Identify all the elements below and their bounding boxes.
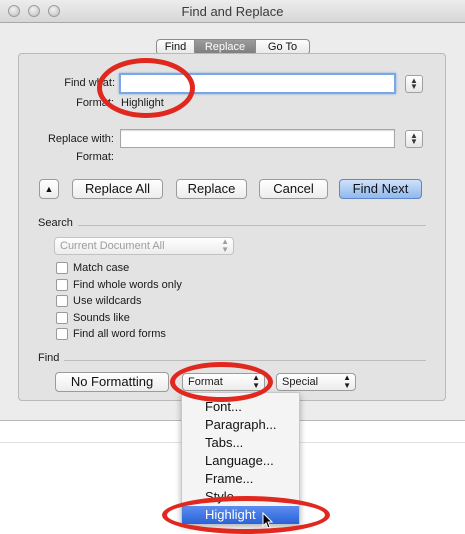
search-divider [78, 225, 426, 226]
replace-with-input[interactable] [120, 129, 395, 148]
find-section-label: Find [38, 352, 60, 364]
find-replace-window: Find and Replace Find Replace Go To Find… [0, 0, 465, 421]
word-forms-label: Find all word forms [73, 328, 166, 340]
search-section-label: Search [38, 217, 73, 229]
menu-item-highlight[interactable]: Highlight [182, 506, 299, 524]
sounds-like-checkbox[interactable] [56, 312, 68, 324]
format-popup-button[interactable]: Format ▲ ▼ [182, 373, 265, 391]
wildcards-checkbox[interactable] [56, 295, 68, 307]
menu-item-frame[interactable]: Frame... [182, 470, 299, 488]
find-format-value: Highlight [121, 97, 164, 109]
whole-words-label: Find whole words only [73, 279, 182, 291]
find-divider [64, 360, 426, 361]
find-next-button[interactable]: Find Next [339, 179, 422, 199]
word-forms-checkbox[interactable] [56, 328, 68, 340]
match-case-checkbox[interactable] [56, 262, 68, 274]
replace-history-stepper-icon[interactable]: ▲ ▼ [405, 130, 423, 148]
cancel-button[interactable]: Cancel [259, 179, 328, 199]
format-popup-label: Format [188, 376, 223, 388]
search-scope-select: Current Document All ▲ ▼ [54, 237, 234, 255]
find-history-stepper-icon[interactable]: ▲ ▼ [405, 75, 423, 93]
popup-arrows-icon: ▲ ▼ [221, 237, 229, 254]
title-bar: Find and Replace [0, 0, 465, 23]
format-dropdown-menu: Font... Paragraph... Tabs... Language...… [181, 392, 300, 524]
find-format-label: Format: [76, 97, 114, 109]
replace-button[interactable]: Replace [176, 179, 247, 199]
popup-arrows-icon: ▲ ▼ [343, 373, 351, 390]
search-scope-value: Current Document All [60, 240, 165, 252]
find-what-label: Find what: [64, 77, 115, 89]
special-popup-button[interactable]: Special ▲ ▼ [276, 373, 356, 391]
menu-item-language[interactable]: Language... [182, 452, 299, 470]
mouse-cursor-icon [262, 512, 274, 529]
menu-item-paragraph[interactable]: Paragraph... [182, 416, 299, 434]
popup-arrows-icon: ▲ ▼ [252, 373, 260, 390]
replace-format-label: Format: [76, 151, 114, 163]
wildcards-label: Use wildcards [73, 295, 142, 307]
window-title: Find and Replace [181, 4, 284, 19]
no-formatting-button[interactable]: No Formatting [55, 372, 169, 392]
find-what-input[interactable] [119, 73, 396, 94]
menu-item-tabs[interactable]: Tabs... [182, 434, 299, 452]
match-case-label: Match case [73, 262, 130, 274]
menu-item-style[interactable]: Style... [182, 488, 299, 506]
collapse-options-button[interactable]: ▲ [39, 179, 59, 199]
replace-all-button[interactable]: Replace All [72, 179, 163, 199]
replace-with-label: Replace with: [47, 133, 114, 145]
sounds-like-label: Sounds like [73, 312, 130, 324]
whole-words-checkbox[interactable] [56, 279, 68, 291]
menu-item-font[interactable]: Font... [182, 398, 299, 416]
special-popup-label: Special [282, 376, 319, 388]
